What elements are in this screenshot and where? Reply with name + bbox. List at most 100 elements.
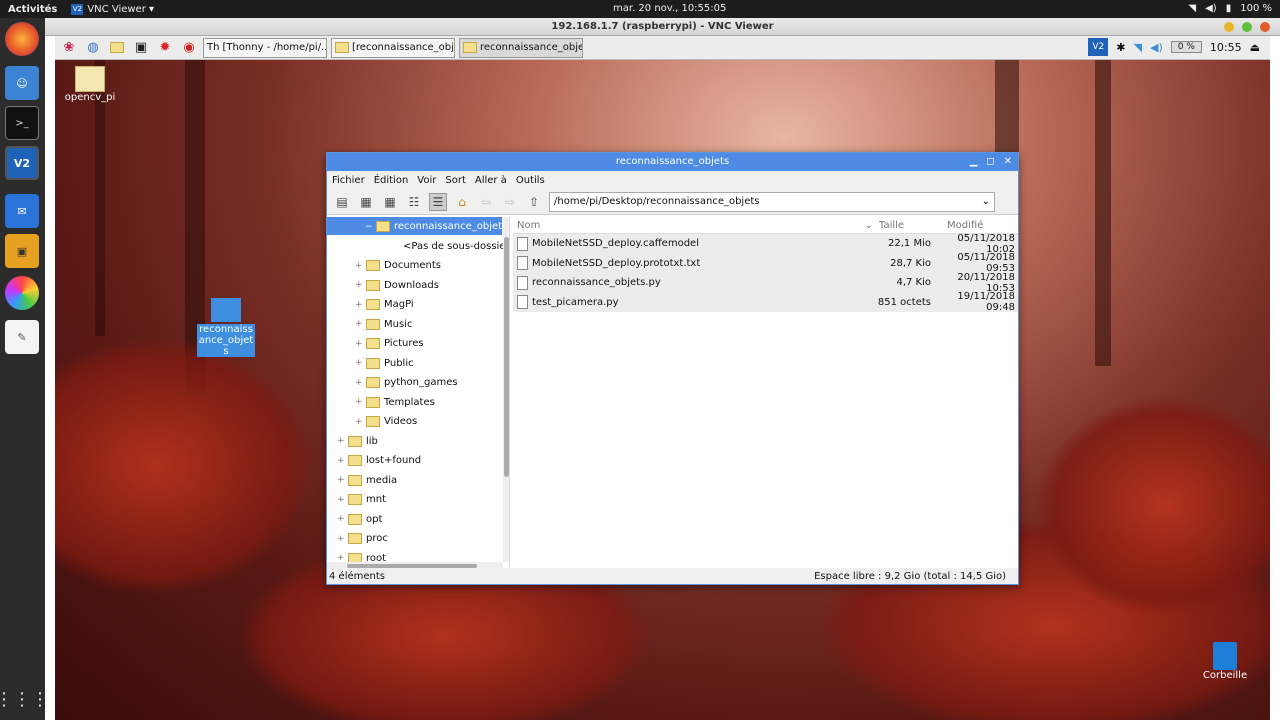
- column-size[interactable]: Taille: [877, 220, 931, 231]
- finder-icon[interactable]: ☺: [5, 66, 39, 100]
- column-name[interactable]: Nom ⌄: [513, 220, 877, 231]
- new-window-icon[interactable]: ▤: [333, 193, 351, 211]
- taskbar-file-manager[interactable]: [reconnaissance_obje...: [331, 37, 455, 58]
- clock[interactable]: mar. 20 nov., 10:55:05: [613, 3, 726, 14]
- pictures-folder-icon: [366, 338, 380, 349]
- tree-item-downloads[interactable]: + Downloads: [355, 276, 439, 295]
- forward-icon[interactable]: ⇨: [501, 193, 519, 211]
- icon-view-icon[interactable]: ▦: [357, 193, 375, 211]
- file-row[interactable]: test_picamera.py 851 octets 19/11/2018 09:…: [513, 291, 1018, 313]
- terminal-icon[interactable]: ▣: [131, 38, 151, 58]
- menu-aller[interactable]: Aller à: [475, 175, 507, 186]
- vnc-viewer-icon[interactable]: V2: [5, 146, 39, 180]
- menu-voir[interactable]: Voir: [417, 175, 436, 186]
- up-icon[interactable]: ⇧: [525, 193, 543, 211]
- chevron-down-icon[interactable]: ⌄: [982, 196, 994, 207]
- path-bar[interactable]: /home/pi/Desktop/reconnaissance_objets ⌄: [549, 191, 995, 212]
- maximize-button[interactable]: [1242, 22, 1252, 32]
- documents-folder-icon: [366, 260, 380, 271]
- raspberry-menu-icon[interactable]: ❀: [59, 38, 79, 58]
- show-apps-icon[interactable]: ⋮⋮⋮: [0, 682, 49, 716]
- file-row[interactable]: reconnaissance_objets.py 4,7 Kio 20/11/201…: [513, 272, 1018, 294]
- folder-icon: [463, 42, 477, 53]
- remote-desktop[interactable]: ❀ ◍ ▣ ✹ ◉ Th [Thonny - /home/pi/... [reco…: [55, 36, 1270, 720]
- videos-folder-icon: [366, 416, 380, 427]
- scrollbar-thumb[interactable]: [504, 237, 509, 477]
- tree-item-public[interactable]: + Public: [355, 354, 414, 373]
- app-menu[interactable]: V2 VNC Viewer ▾: [71, 3, 155, 15]
- compact-view-icon[interactable]: ☷: [405, 193, 423, 211]
- window-titlebar[interactable]: reconnaissance_objets ▁ ◻ ✕: [327, 153, 1018, 171]
- tree-item-mnt[interactable]: + mnt: [337, 490, 386, 509]
- menu-sort[interactable]: Sort: [445, 175, 466, 186]
- battery-icon: ▮: [1225, 3, 1232, 14]
- folder-icon: [348, 533, 362, 544]
- app-menu-label: VNC Viewer ▾: [87, 3, 155, 15]
- terminal-icon[interactable]: >_: [5, 106, 39, 140]
- math-icon[interactable]: ✹: [155, 38, 175, 58]
- bluetooth-icon[interactable]: ✱: [1116, 41, 1125, 54]
- text-file-icon: [517, 275, 528, 290]
- taskbar-thonny[interactable]: Th [Thonny - /home/pi/...: [203, 37, 327, 58]
- firefox-icon[interactable]: [5, 22, 39, 56]
- desktop-icon-reconnaissance[interactable]: reconnaissance_objets: [191, 298, 261, 357]
- vnc-server-icon[interactable]: V2: [1088, 38, 1109, 56]
- taskbar-file-manager-active[interactable]: reconnaissance_objets: [459, 37, 583, 58]
- thunderbird-icon[interactable]: ✉: [5, 194, 39, 228]
- tree-item-media[interactable]: + media: [337, 471, 397, 490]
- folder-icon: [335, 42, 349, 53]
- wolfram-icon[interactable]: ◉: [179, 38, 199, 58]
- templates-folder-icon: [366, 396, 380, 408]
- maximize-icon[interactable]: ◻: [986, 153, 994, 171]
- tree-item-documents[interactable]: + Documents: [355, 256, 441, 275]
- directory-tree: − reconnaissance_objets <Pas de sous-doss…: [327, 217, 510, 570]
- system-tray[interactable]: ◥ ◀) ▮ 100 %: [1188, 3, 1272, 14]
- web-browser-icon[interactable]: ◍: [83, 38, 103, 58]
- file-row[interactable]: MobileNetSSD_deploy.caffemodel 22,1 Mio 05…: [513, 233, 1018, 255]
- tree-item-lost-found[interactable]: + lost+found: [337, 451, 421, 470]
- minimize-button[interactable]: [1224, 22, 1234, 32]
- tree-item-proc[interactable]: + proc: [337, 529, 388, 548]
- tree-item-pictures[interactable]: + Pictures: [355, 334, 424, 353]
- shotwell-icon[interactable]: [5, 276, 39, 310]
- folder-icon: [366, 377, 380, 388]
- close-button[interactable]: [1260, 22, 1270, 32]
- file-row[interactable]: MobileNetSSD_deploy.prototxt.txt 28,7 Kio…: [513, 252, 1018, 274]
- software-installer-icon[interactable]: ▣: [5, 234, 39, 268]
- tree-item-python-games[interactable]: + python_games: [355, 373, 458, 392]
- wifi-icon[interactable]: ◥: [1134, 41, 1142, 54]
- text-file-icon: [517, 295, 528, 310]
- tree-item-lib[interactable]: + lib: [337, 432, 378, 451]
- tree-trunk: [1095, 36, 1111, 366]
- file-manager-icon[interactable]: [107, 38, 127, 58]
- tree-item-templates[interactable]: + Templates: [355, 393, 435, 412]
- cpu-monitor[interactable]: 0 %: [1170, 41, 1202, 53]
- home-icon[interactable]: ⌂: [453, 193, 471, 211]
- volume-icon[interactable]: ◀): [1150, 41, 1163, 54]
- tree-item-selected[interactable]: − reconnaissance_objets: [365, 217, 507, 236]
- column-modified[interactable]: Modifié: [931, 220, 1017, 231]
- eject-icon[interactable]: ⏏: [1250, 41, 1260, 54]
- tree-item-music[interactable]: + Music: [355, 315, 412, 334]
- tree-vertical-scrollbar[interactable]: [503, 217, 509, 562]
- trash-can-icon: [1213, 642, 1237, 670]
- path-text: /home/pi/Desktop/reconnaissance_objets: [554, 196, 760, 207]
- desktop-icon-opencv[interactable]: opencv_pi: [55, 66, 125, 103]
- file-list-header: Nom ⌄ Taille Modifié: [513, 217, 1018, 234]
- trash-icon[interactable]: Corbeille: [1190, 642, 1260, 681]
- tree-item-videos[interactable]: + Videos: [355, 412, 417, 431]
- volume-icon: ◀): [1205, 3, 1217, 14]
- minimize-icon[interactable]: ▁: [970, 153, 978, 171]
- thumbnail-view-icon[interactable]: ▦: [381, 193, 399, 211]
- tree-item-opt[interactable]: + opt: [337, 510, 382, 529]
- activities-button[interactable]: Activités: [0, 4, 65, 15]
- back-icon[interactable]: ⇦: [477, 193, 495, 211]
- list-view-icon[interactable]: ☰: [429, 192, 447, 211]
- menu-edition[interactable]: Édition: [374, 175, 409, 186]
- text-editor-icon[interactable]: ✎: [5, 320, 39, 354]
- menu-fichier[interactable]: Fichier: [332, 175, 365, 186]
- close-icon[interactable]: ✕: [1004, 153, 1012, 171]
- tree-item-magpi[interactable]: + MagPi: [355, 295, 414, 314]
- panel-clock[interactable]: 10:55: [1210, 41, 1242, 54]
- menu-outils[interactable]: Outils: [516, 175, 545, 186]
